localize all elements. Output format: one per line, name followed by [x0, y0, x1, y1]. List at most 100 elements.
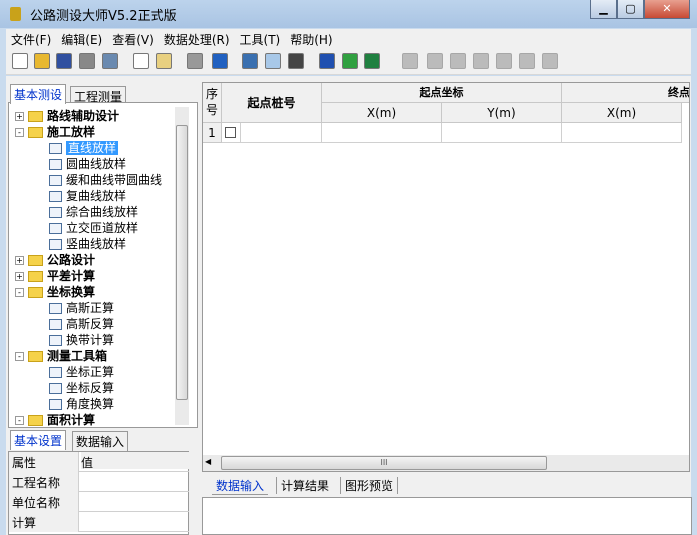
paste-icon[interactable] [156, 53, 172, 69]
tree-item-label: 立交匝道放样 [66, 221, 139, 235]
run-icon[interactable] [212, 53, 228, 69]
cell-start-y[interactable] [442, 123, 562, 143]
tree-item[interactable]: 复曲线放样 [49, 188, 126, 204]
document-icon [49, 319, 62, 330]
tree-item-label: 公路设计 [47, 253, 96, 267]
tab-basic-settings[interactable]: 基本设置 [10, 430, 67, 450]
tree-item[interactable]: 综合曲线放样 [49, 204, 138, 220]
tree-item-label: 换带计算 [66, 333, 115, 347]
rect-icon[interactable] [427, 53, 443, 69]
curve-icon[interactable] [402, 53, 418, 69]
folder-icon [28, 127, 43, 138]
text-style-icon[interactable] [542, 53, 558, 69]
pan-icon[interactable] [473, 53, 489, 69]
scroll-left-arrow[interactable]: ◀ [205, 457, 211, 466]
tree-item[interactable]: 坐标反算 [49, 380, 114, 396]
menu-help[interactable]: 帮助(H) [285, 29, 337, 50]
tab-basic-survey[interactable]: 基本测设 [10, 84, 67, 104]
prop-unit-name-value[interactable] [81, 492, 189, 511]
row-checkbox-cell [222, 123, 241, 143]
print-icon[interactable] [79, 53, 95, 69]
tree-item[interactable]: 高斯正算 [49, 300, 114, 316]
help-pointer-icon[interactable] [364, 53, 380, 69]
prop-unit-name: 单位名称 [9, 492, 79, 512]
menu-edit[interactable]: 编辑(E) [56, 29, 107, 50]
tree-item[interactable]: 坐标正算 [49, 364, 114, 380]
tree-item-label: 直线放样 [66, 141, 119, 155]
row-checkbox[interactable] [225, 127, 236, 138]
folder-icon [28, 287, 43, 298]
zoom-icon[interactable] [450, 53, 466, 69]
tree-item[interactable]: - 施工放样 [15, 124, 95, 140]
header-start-station: 起点桩号 [222, 83, 322, 123]
excel-icon[interactable] [342, 53, 358, 69]
cell-start-station[interactable] [241, 123, 322, 143]
tree-item[interactable]: - 测量工具箱 [15, 348, 107, 364]
tree-item[interactable]: + 路线辅助设计 [15, 108, 119, 124]
header-start-y: Y(m) [442, 103, 562, 123]
calculator-icon[interactable] [265, 53, 281, 69]
maximize-button[interactable]: ▢ [617, 0, 644, 19]
tree-item[interactable]: + 公路设计 [15, 252, 95, 268]
close-button[interactable]: ✕ [644, 0, 690, 19]
tab-data-input[interactable]: 数据输入 [212, 477, 269, 495]
prop-project-name-value[interactable] [81, 472, 189, 491]
expand-icon[interactable]: + [15, 256, 24, 265]
tab-data-input-left[interactable]: 数据输入 [72, 431, 129, 451]
tree-item[interactable]: - 坐标换算 [15, 284, 95, 300]
tree-item[interactable]: 直线放样 [49, 140, 119, 156]
collapse-icon[interactable]: - [15, 288, 24, 297]
expand-icon[interactable]: + [15, 112, 24, 121]
tree-scrollbar[interactable] [175, 107, 189, 425]
collapse-icon[interactable]: - [15, 352, 24, 361]
tree-item-label: 坐标换算 [47, 285, 96, 299]
menu-file[interactable]: 文件(F) [6, 29, 56, 50]
prop-calc-value[interactable] [81, 512, 189, 531]
image-edit-icon[interactable] [519, 53, 535, 69]
menu-data[interactable]: 数据处理(R) [159, 29, 235, 50]
tree-item-label: 高斯反算 [66, 317, 115, 331]
tree-item[interactable]: 换带计算 [49, 332, 114, 348]
edit-icon[interactable] [288, 53, 304, 69]
prop-header-name: 属性 [9, 452, 79, 472]
tree-item[interactable]: 高斯反算 [49, 316, 114, 332]
scrollbar-thumb[interactable] [176, 125, 188, 400]
document-icon [49, 335, 62, 346]
minimize-button[interactable]: ▁ [590, 0, 617, 19]
header-seq: 序号 [203, 83, 222, 123]
tree-item[interactable]: 缓和曲线带圆曲线 [49, 172, 162, 188]
tree-item-label: 复曲线放样 [66, 189, 127, 203]
tree-item[interactable]: 角度换算 [49, 396, 114, 412]
horizontal-scrollbar[interactable]: ◀ III [203, 455, 689, 471]
scrollbar-thumb[interactable]: III [221, 456, 547, 470]
tree-item[interactable]: + 平差计算 [15, 268, 95, 284]
cell-end-x[interactable] [562, 123, 682, 143]
tree-item-label: 高斯正算 [66, 301, 115, 315]
collapse-icon[interactable]: - [15, 128, 24, 137]
fill-icon[interactable] [496, 53, 512, 69]
tab-graphic-preview[interactable]: 图形预览 [340, 477, 399, 494]
collapse-icon[interactable]: - [15, 416, 24, 425]
font-icon[interactable] [319, 53, 335, 69]
cell-start-x[interactable] [322, 123, 442, 143]
copy-icon[interactable] [133, 53, 149, 69]
property-grid: 属性值 工程名称 单位名称 计算 [8, 451, 189, 535]
new-icon[interactable] [12, 53, 28, 69]
save-icon[interactable] [56, 53, 72, 69]
row-number: 1 [203, 123, 222, 143]
open-icon[interactable] [34, 53, 50, 69]
tree-item[interactable]: 竖曲线放样 [49, 236, 126, 252]
document-icon [49, 191, 62, 202]
form-icon[interactable] [242, 53, 258, 69]
menu-view[interactable]: 查看(V) [107, 29, 159, 50]
header-start-coord: 起点坐标 [322, 83, 562, 103]
settings-icon[interactable] [187, 53, 203, 69]
prop-calc: 计算 [9, 512, 79, 532]
tree-item[interactable]: 圆曲线放样 [49, 156, 126, 172]
tab-calc-result[interactable]: 计算结果 [276, 477, 333, 494]
expand-icon[interactable]: + [15, 272, 24, 281]
tree-item[interactable]: 立交匝道放样 [49, 220, 138, 236]
print-preview-icon[interactable] [102, 53, 118, 69]
tree-item[interactable]: - 面积计算 [15, 412, 95, 428]
menu-tools[interactable]: 工具(T) [235, 29, 286, 50]
